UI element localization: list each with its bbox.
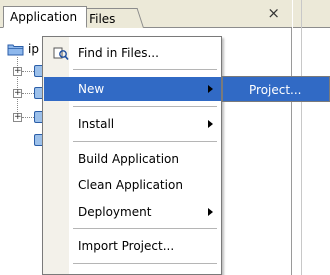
expand-icon[interactable]: + xyxy=(13,113,22,122)
menu-item-label: Import Project... xyxy=(78,239,175,253)
menu-item-label: Deployment xyxy=(78,205,152,219)
menu-item-label: New xyxy=(78,82,105,96)
menu-item-label: Install xyxy=(78,117,115,131)
panel-tab-strip: Application Files × xyxy=(0,0,292,28)
close-icon[interactable]: × xyxy=(267,5,280,21)
expand-icon[interactable]: + xyxy=(13,67,22,76)
find-in-files-icon xyxy=(53,47,69,61)
menu-item-import-project[interactable]: Import Project... xyxy=(44,234,221,258)
right-panel-header xyxy=(293,0,330,28)
menu-item-find-in-files[interactable]: Find in Files... xyxy=(44,41,221,65)
tree-root-label[interactable]: ip xyxy=(28,42,39,56)
folder-icon xyxy=(7,44,24,56)
tab-files-label: Files xyxy=(89,12,116,26)
menu-item-label: Build Application xyxy=(78,152,179,166)
menu-item-label: Find in Files... xyxy=(78,46,159,60)
menu-separator xyxy=(73,69,217,70)
submenu-arrow-icon xyxy=(208,120,213,128)
menu-item-install[interactable]: Install xyxy=(44,112,221,136)
submenu-new: Project... xyxy=(222,76,330,102)
submenu-arrow-icon xyxy=(208,208,213,216)
menu-item-build-application[interactable]: Build Application xyxy=(44,147,221,171)
menu-item-new[interactable]: New xyxy=(44,77,221,101)
panel-divider[interactable] xyxy=(301,0,302,275)
tab-files[interactable]: Files xyxy=(79,8,144,28)
tab-application[interactable]: Application xyxy=(3,6,87,28)
menu-item-label: Clean Application xyxy=(78,178,183,192)
right-panel xyxy=(293,0,330,275)
menu-separator xyxy=(73,228,217,229)
menu-separator xyxy=(73,141,217,142)
tab-application-label: Application xyxy=(10,10,78,24)
menu-item-clean-application[interactable]: Clean Application xyxy=(44,173,221,197)
context-menu: Find in Files... New Install Build Appli… xyxy=(42,36,222,275)
menu-separator xyxy=(73,106,217,107)
submenu-arrow-icon xyxy=(208,85,213,93)
menu-separator xyxy=(73,263,217,264)
submenu-item-project[interactable]: Project... xyxy=(249,83,302,97)
menu-item-deployment[interactable]: Deployment xyxy=(44,200,221,224)
expand-icon[interactable]: + xyxy=(13,89,22,98)
